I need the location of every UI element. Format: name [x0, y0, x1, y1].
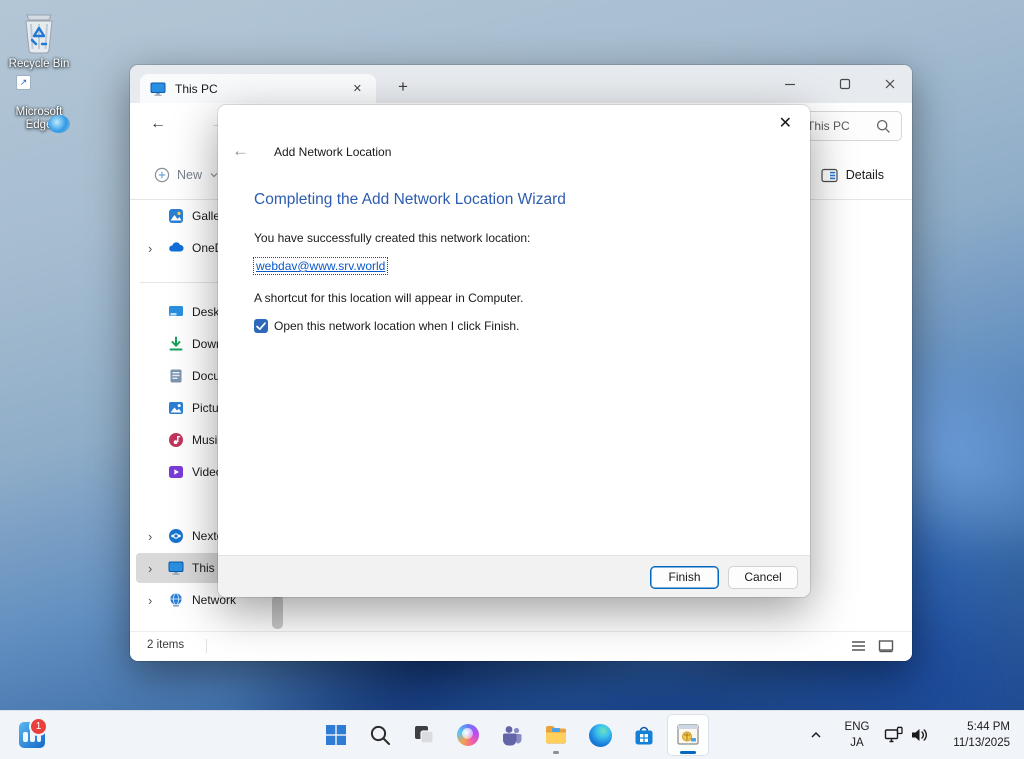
onedrive-icon — [168, 240, 184, 256]
chevron-right-icon[interactable]: › — [148, 241, 168, 256]
widgets-icon: 1 — [19, 722, 45, 748]
shortcut-arrow-icon: ↗ — [16, 75, 31, 90]
time-label: 5:44 PM — [953, 719, 1010, 735]
desktop-icon — [168, 304, 184, 320]
store-icon — [632, 724, 656, 747]
tab-close-icon[interactable]: ✕ — [349, 82, 366, 95]
sidebar-scrollbar[interactable] — [272, 595, 283, 629]
date-label: 11/13/2025 — [953, 735, 1010, 751]
edge-icon — [589, 724, 612, 747]
wizard-body-line2: A shortcut for this location will appear… — [254, 291, 523, 305]
downloads-icon — [168, 336, 184, 352]
taskbar: 1 — [0, 710, 1024, 759]
pictures-icon — [168, 400, 184, 416]
gallery-icon — [168, 208, 184, 224]
tab-strip: This PC ✕ + — [130, 65, 912, 103]
documents-icon — [168, 368, 184, 384]
desktop-icon-label: Recycle Bin — [0, 58, 78, 71]
store-button[interactable] — [624, 715, 664, 755]
this-pc-icon — [168, 560, 184, 576]
start-button[interactable] — [316, 715, 356, 755]
details-pane-icon — [821, 168, 838, 183]
language-line1: ENG — [840, 719, 874, 735]
chevron-right-icon[interactable]: › — [148, 529, 168, 544]
desktop-icon-microsoft-edge[interactable]: ↗ Microsoft Edge — [0, 104, 78, 132]
open-location-checkbox-row[interactable]: Open this network location when I click … — [254, 319, 519, 333]
edge-button[interactable] — [580, 715, 620, 755]
network-icon — [168, 592, 184, 608]
dialog-close-icon[interactable]: ✕ — [773, 111, 798, 135]
network-tray-icon[interactable] — [884, 726, 904, 744]
tray-chevron-button[interactable] — [798, 715, 834, 755]
desktop-icon-recycle-bin[interactable]: Recycle Bin — [0, 8, 78, 71]
checkbox-label: Open this network location when I click … — [274, 319, 519, 333]
details-button[interactable]: Details — [815, 161, 890, 189]
details-button-label: Details — [846, 168, 884, 182]
new-button-label: New — [177, 168, 202, 182]
dialog-back-icon[interactable]: ← — [228, 141, 253, 161]
item-count: 2 items — [147, 639, 184, 651]
teams-icon — [500, 724, 524, 746]
large-icons-view-icon[interactable] — [878, 639, 894, 653]
copilot-icon — [457, 724, 479, 746]
chevron-right-icon[interactable]: › — [148, 561, 168, 576]
status-bar: 2 items — [130, 631, 912, 661]
new-button[interactable]: New — [146, 161, 227, 189]
copilot-button[interactable] — [448, 715, 488, 755]
start-icon — [325, 724, 347, 746]
checkbox-checked-icon[interactable] — [254, 319, 268, 333]
plus-circle-icon — [154, 167, 170, 183]
network-wizard-button[interactable] — [668, 715, 708, 755]
network-location-link[interactable]: webdav@www.srv.world — [253, 257, 388, 275]
clock[interactable]: 5:44 PM 11/13/2025 — [953, 719, 1010, 751]
finish-button[interactable]: Finish — [650, 566, 719, 589]
cancel-button[interactable]: Cancel — [728, 566, 798, 589]
chevron-right-icon[interactable]: › — [148, 593, 168, 608]
chevron-up-icon — [808, 727, 824, 743]
nextcloud-icon — [168, 528, 184, 544]
file-explorer-button[interactable] — [536, 715, 576, 755]
videos-icon — [168, 464, 184, 480]
recycle-bin-icon — [0, 8, 78, 56]
new-tab-button[interactable]: + — [392, 75, 414, 99]
search-icon — [369, 724, 391, 746]
volume-tray-icon[interactable] — [910, 726, 930, 744]
task-view-button[interactable] — [404, 715, 444, 755]
status-divider — [206, 639, 207, 653]
nav-back-icon[interactable]: ← — [150, 115, 166, 133]
search-button[interactable] — [360, 715, 400, 755]
tab-this-pc[interactable]: This PC ✕ — [140, 74, 376, 103]
desktop: Recycle Bin ↗ Microsoft Edge This PC ✕ — [0, 0, 1024, 759]
minimize-button[interactable] — [775, 71, 805, 97]
notification-badge: 1 — [29, 717, 48, 736]
widgets-button[interactable]: 1 — [12, 715, 52, 755]
running-indicator — [553, 751, 559, 754]
search-value: This PC — [807, 119, 850, 133]
language-line2: JA — [840, 735, 874, 751]
teams-button[interactable] — [492, 715, 532, 755]
language-indicator[interactable]: ENG JA — [840, 719, 874, 751]
dialog-footer: Finish Cancel — [218, 555, 810, 597]
search-icon — [876, 119, 891, 134]
file-explorer-icon — [544, 724, 568, 746]
network-wizard-icon — [675, 722, 701, 748]
tab-title: This PC — [175, 82, 349, 96]
wizard-heading: Completing the Add Network Location Wiza… — [254, 191, 566, 209]
task-view-icon — [413, 724, 435, 746]
maximize-button[interactable] — [830, 71, 860, 97]
dialog-title: Add Network Location — [274, 145, 391, 159]
music-icon — [168, 432, 184, 448]
add-network-location-dialog: ✕ ← Add Network Location Completing the … — [218, 105, 810, 597]
wizard-body-line1: You have successfully created this netwo… — [254, 231, 530, 245]
list-view-icon[interactable] — [851, 639, 866, 653]
close-button[interactable] — [875, 71, 905, 97]
this-pc-icon — [150, 81, 166, 97]
active-app-indicator — [680, 751, 696, 754]
